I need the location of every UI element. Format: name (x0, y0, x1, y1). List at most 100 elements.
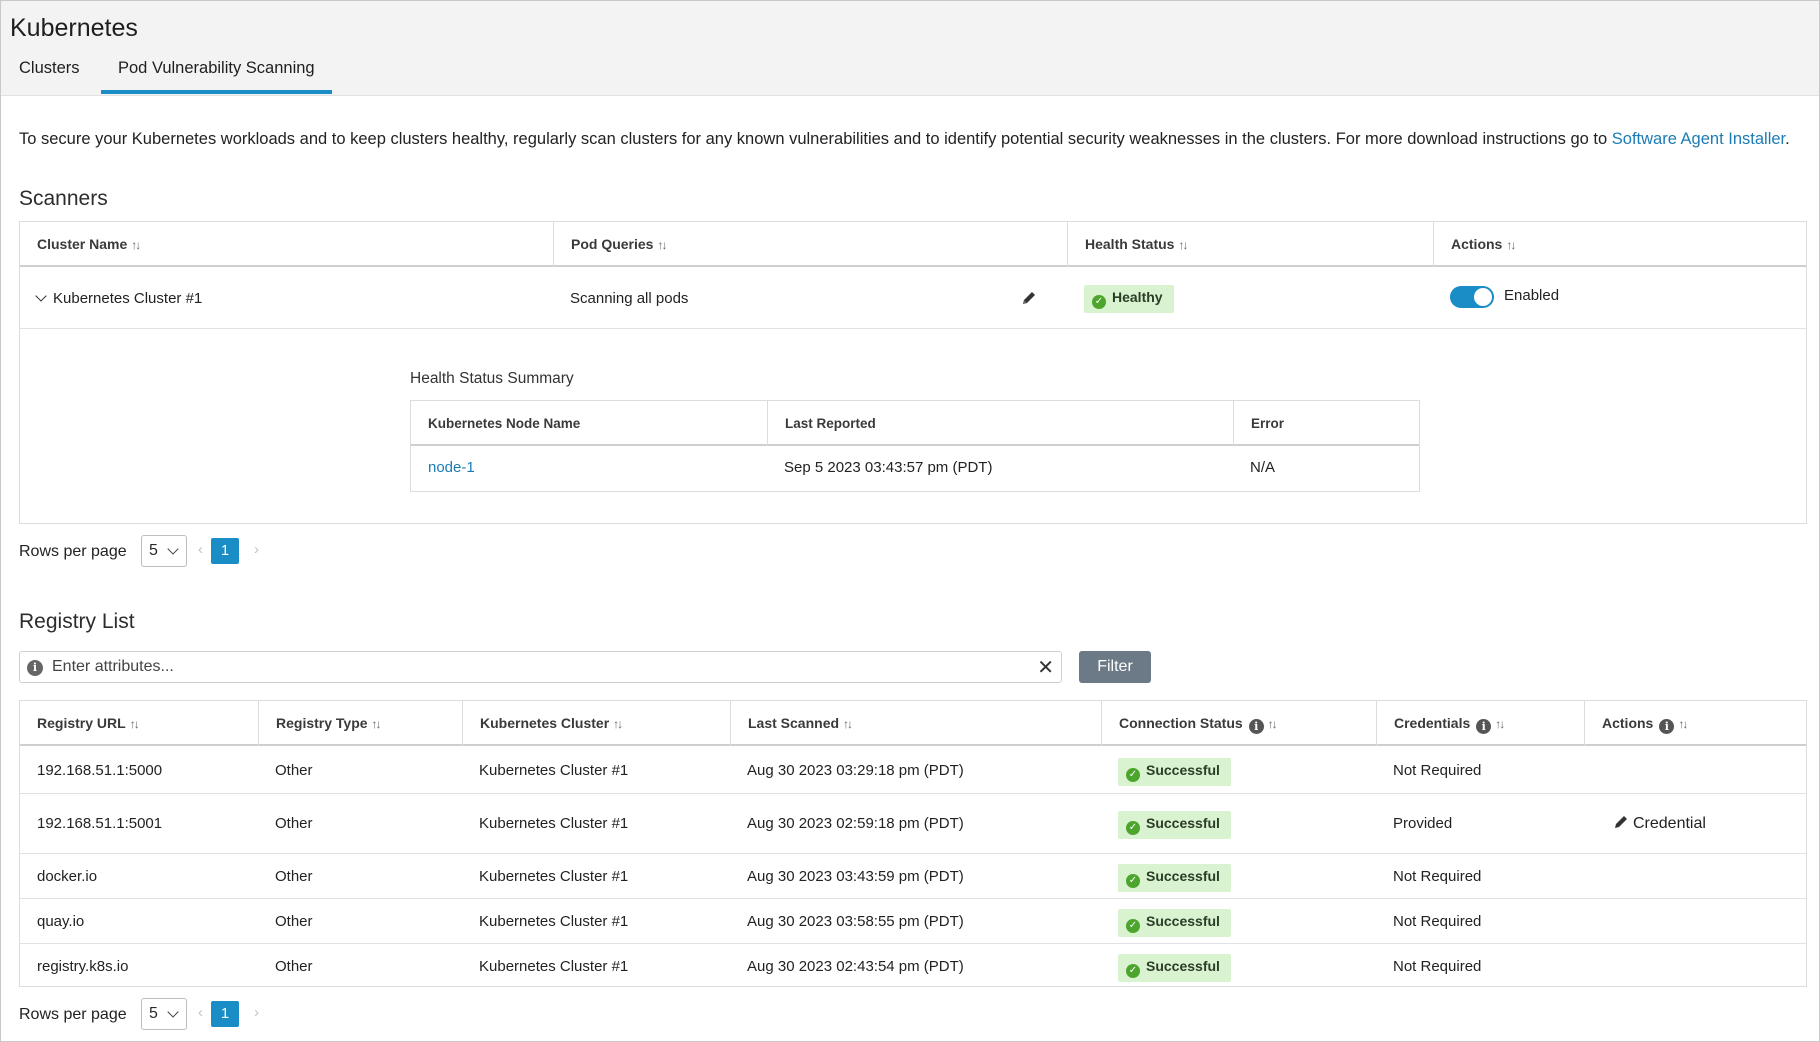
info-icon: i (27, 660, 43, 676)
sort-icon: ↑↓ (843, 717, 853, 731)
registry-type: Other (275, 815, 313, 832)
health-status-label: Healthy (1112, 289, 1163, 305)
node-link[interactable]: node-1 (428, 459, 475, 476)
table-row: registry.k8s.io Other Kubernetes Cluster… (20, 944, 1806, 988)
rows-per-page-select[interactable]: 5 (141, 535, 187, 567)
status-badge: ✓ Successful (1118, 864, 1231, 892)
pencil-icon (1615, 816, 1627, 828)
health-status-badge: ✓ Healthy (1084, 285, 1174, 313)
edit-credential-button[interactable]: Credential (1613, 814, 1706, 833)
pencil-icon[interactable] (1021, 290, 1037, 306)
check-circle-icon: ✓ (1126, 874, 1140, 888)
rows-per-page-value: 5 (149, 542, 158, 559)
sort-icon: ↑↓ (613, 717, 623, 731)
summary-header-row: Kubernetes Node Name Last Reported Error (411, 401, 1419, 446)
check-circle-icon: ✓ (1092, 295, 1106, 309)
page-number-button[interactable]: 1 (211, 1001, 239, 1027)
column-header-registry-type[interactable]: Registry Type ↑↓ (258, 701, 462, 746)
toggle-knob (1473, 287, 1493, 307)
column-header-credentials[interactable]: Credentials i ↑↓ (1376, 701, 1584, 746)
column-header-registry-url[interactable]: Registry URL ↑↓ (20, 701, 258, 746)
description-suffix: . (1785, 130, 1790, 148)
table-row: 192.168.51.1:5000 Other Kubernetes Clust… (20, 748, 1806, 794)
page-frame: Kubernetes Clusters Pod Vulnerability Sc… (0, 0, 1820, 1042)
scanners-title: Scanners (19, 187, 108, 210)
credential-label: Credential (1633, 815, 1706, 832)
column-label: Cluster Name (37, 236, 128, 252)
description: To secure your Kubernetes workloads and … (19, 130, 1790, 149)
next-page-icon[interactable]: › (254, 1004, 259, 1021)
kubernetes-cluster: Kubernetes Cluster #1 (479, 913, 629, 930)
last-scanned: Aug 30 2023 02:59:18 pm (PDT) (747, 815, 964, 832)
info-icon[interactable]: i (1248, 719, 1264, 734)
status-label: Successful (1146, 762, 1220, 778)
rows-per-page-select[interactable]: 5 (141, 998, 187, 1030)
page-header: Kubernetes Clusters Pod Vulnerability Sc… (1, 1, 1819, 96)
pod-queries-value: Scanning all pods (570, 290, 689, 307)
status-badge: ✓ Successful (1118, 811, 1231, 839)
column-header-health-status[interactable]: Health Status ↑↓ (1067, 222, 1433, 267)
health-status-summary-title: Health Status Summary (410, 370, 574, 387)
sort-icon: ↑↓ (129, 717, 140, 731)
chevron-down-icon (167, 543, 179, 555)
column-header-actions[interactable]: Actions i ↑↓ (1584, 701, 1806, 746)
column-header-cluster-name[interactable]: Cluster Name ↑↓ (20, 222, 553, 267)
chevron-down-icon[interactable] (35, 290, 47, 302)
software-agent-installer-link[interactable]: Software Agent Installer (1612, 130, 1785, 148)
column-label: Actions (1602, 715, 1654, 731)
registry-table: Registry URL ↑↓ Registry Type ↑↓ Kubernete… (19, 700, 1807, 987)
column-label: Last Scanned (748, 715, 840, 731)
column-header-pod-queries[interactable]: Pod Queries ↑↓ (553, 222, 1067, 267)
registry-url: 192.168.51.1:5000 (37, 762, 163, 779)
page-number-button[interactable]: 1 (211, 538, 239, 564)
status-badge: ✓ Successful (1118, 909, 1231, 937)
tab-clusters[interactable]: Clusters (19, 59, 80, 90)
registry-type: Other (275, 868, 313, 885)
close-icon[interactable]: ✕ (1037, 655, 1054, 680)
kubernetes-cluster: Kubernetes Cluster #1 (479, 958, 629, 975)
column-header-connection-status[interactable]: Connection Status i ↑↓ (1101, 701, 1376, 746)
table-row: 192.168.51.1:5001 Other Kubernetes Clust… (20, 794, 1806, 854)
cluster-name-cell[interactable]: Kubernetes Cluster #1 (35, 290, 202, 307)
column-header-kubernetes-cluster[interactable]: Kubernetes Cluster ↑↓ (462, 701, 730, 746)
kubernetes-cluster: Kubernetes Cluster #1 (479, 868, 629, 885)
last-scanned: Aug 30 2023 03:43:59 pm (PDT) (747, 868, 964, 885)
column-label: Health Status (1085, 236, 1175, 252)
scanner-row: Kubernetes Cluster #1 Scanning all pods … (20, 269, 1806, 329)
registry-url: docker.io (37, 868, 98, 885)
column-header-last-reported: Last Reported (767, 401, 1233, 446)
sort-icon: ↑↓ (1678, 717, 1688, 731)
filter-button[interactable]: Filter (1079, 651, 1151, 683)
kubernetes-cluster: Kubernetes Cluster #1 (479, 815, 629, 832)
next-page-icon[interactable]: › (254, 541, 259, 558)
status-label: Successful (1146, 815, 1220, 831)
column-header-error: Error (1233, 401, 1421, 446)
chevron-down-icon (167, 1006, 179, 1018)
description-text: To secure your Kubernetes workloads and … (19, 130, 1612, 148)
rows-per-page-label: Rows per page (19, 1006, 127, 1023)
column-header-actions[interactable]: Actions ↑↓ (1433, 222, 1806, 267)
column-label: Pod Queries (571, 236, 654, 252)
scanner-enabled-toggle[interactable] (1450, 286, 1494, 308)
status-label: Successful (1146, 913, 1220, 929)
column-header-last-scanned[interactable]: Last Scanned ↑↓ (730, 701, 1101, 746)
filter-box: i ✕ (19, 651, 1062, 683)
tab-pod-vulnerability-scanning[interactable]: Pod Vulnerability Scanning (101, 59, 332, 94)
credentials: Not Required (1393, 913, 1482, 930)
status-label: Successful (1146, 958, 1220, 974)
info-icon[interactable]: i (1659, 719, 1675, 734)
info-icon[interactable]: i (1476, 719, 1492, 734)
check-circle-icon: ✓ (1126, 768, 1140, 782)
sort-icon: ↑↓ (1178, 238, 1188, 252)
prev-page-icon[interactable]: ‹ (198, 1004, 203, 1021)
column-header-node-name: Kubernetes Node Name (428, 416, 581, 431)
column-label: Credentials (1394, 715, 1471, 731)
status-label: Successful (1146, 868, 1220, 884)
table-row: docker.io Other Kubernetes Cluster #1 Au… (20, 854, 1806, 899)
filter-input[interactable] (52, 655, 1012, 679)
last-reported-value: Sep 5 2023 03:43:57 pm (PDT) (784, 459, 993, 476)
status-badge: ✓ Successful (1118, 758, 1231, 786)
prev-page-icon[interactable]: ‹ (198, 541, 203, 558)
sort-icon: ↑↓ (1506, 238, 1516, 252)
column-label: Registry Type (276, 715, 368, 731)
